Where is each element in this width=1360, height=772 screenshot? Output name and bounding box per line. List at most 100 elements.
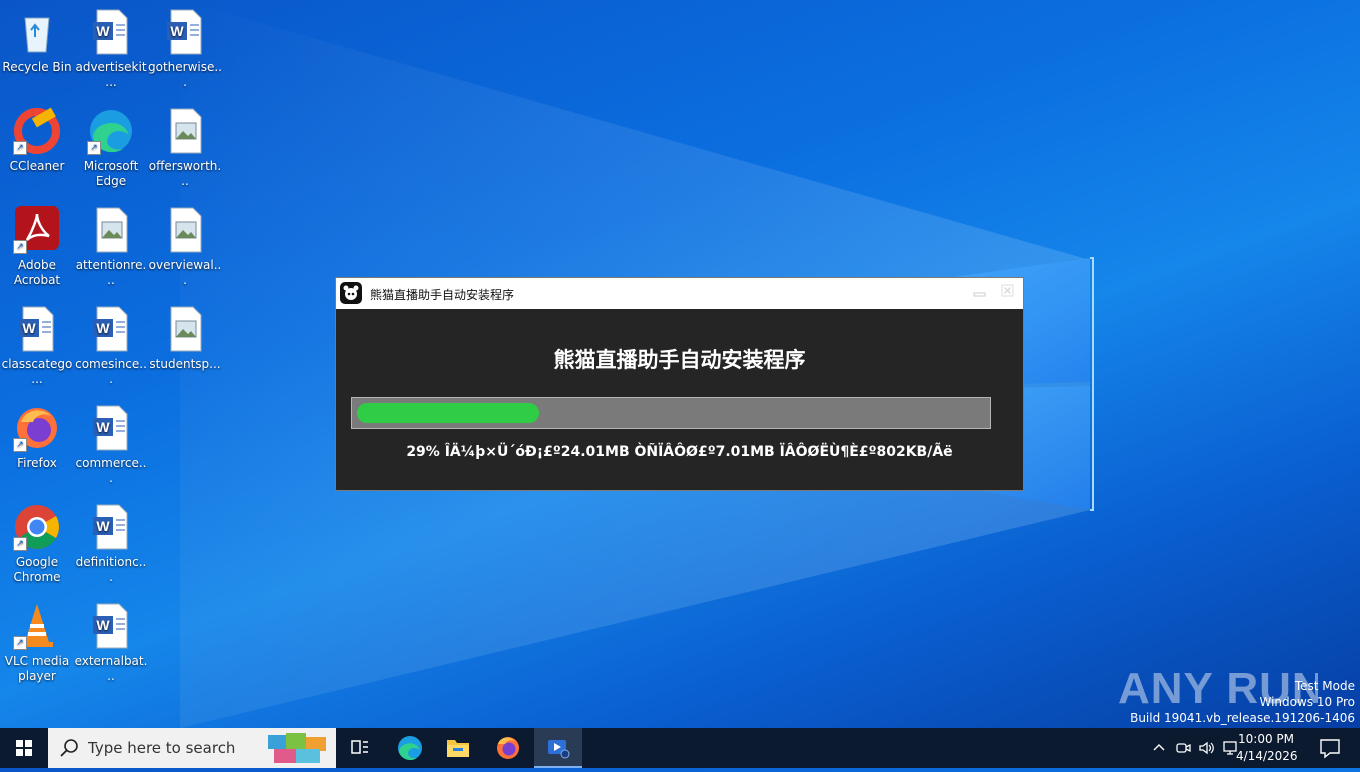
- desktop-icon-label: classcatego...: [1, 357, 73, 386]
- search-highlight-puzzle-icon: [268, 733, 326, 763]
- desktop-icon-label: Recycle Bin: [2, 60, 72, 74]
- shortcut-arrow-icon: ↗: [13, 438, 27, 452]
- svg-text:W: W: [96, 23, 110, 39]
- shortcut-arrow-icon: ↗: [13, 636, 27, 650]
- desktop-icon-label: offersworth...: [148, 159, 222, 188]
- desktop-icon-label: comesince...: [75, 357, 147, 386]
- word-document-icon: W: [87, 503, 135, 551]
- word-document-icon: W: [87, 8, 135, 56]
- download-progress-bar: [351, 397, 991, 429]
- desktop-icon-recycle-bin[interactable]: Recycle Bin: [0, 8, 74, 75]
- windows-logo-icon: [16, 740, 32, 756]
- svg-text:W: W: [170, 23, 184, 39]
- image-file-icon: [161, 305, 209, 353]
- desktop-icon-image-file[interactable]: overviewal...: [148, 206, 222, 288]
- taskbar-edge[interactable]: [386, 728, 434, 768]
- word-document-icon: W: [87, 602, 135, 650]
- word-document-icon: W: [13, 305, 61, 353]
- desktop-icon-word-doc[interactable]: W commerce...: [74, 404, 148, 486]
- volume-icon[interactable]: [1197, 738, 1217, 758]
- notification-center-button[interactable]: [1310, 728, 1350, 768]
- shortcut-arrow-icon: ↗: [13, 141, 27, 155]
- edge-icon: ↗: [87, 107, 135, 155]
- start-button[interactable]: [0, 728, 48, 768]
- word-document-icon: W: [87, 305, 135, 353]
- desktop-icon-vlc[interactable]: ↗ VLC media player: [0, 602, 74, 684]
- progress-status-text: 29% ÎÄ¼þ×Ü´óÐ¡£º24.01MB ÒÑÏÂÔØ£º7.01MB Ï…: [406, 444, 953, 460]
- desktop-icon-label: CCleaner: [9, 159, 65, 173]
- search-icon: [60, 739, 78, 757]
- desktop-icon-word-doc[interactable]: W comesince...: [74, 305, 148, 387]
- windows-edition-label: Windows 10 Pro: [1259, 695, 1355, 709]
- svg-text:W: W: [96, 320, 110, 336]
- adobe-acrobat-icon: ↗: [13, 206, 61, 254]
- desktop-icon-image-file[interactable]: attentionre...: [74, 206, 148, 288]
- desktop-icon-microsoft-edge[interactable]: ↗ Microsoft Edge: [74, 107, 148, 189]
- clock-date: 4/14/2026: [1236, 749, 1298, 763]
- desktop-icon-label: externalbat...: [74, 654, 148, 683]
- desktop-icon-label: VLC media player: [4, 654, 70, 683]
- taskbar: Type here to search 10:00 PM 4/14/2026: [0, 728, 1360, 768]
- vlc-cone-icon: ↗: [13, 602, 61, 650]
- build-label: Build 19041.vb_release.191206-1406: [1130, 711, 1355, 725]
- chrome-icon: ↗: [13, 503, 61, 551]
- panda-app-logo-icon: [340, 282, 362, 304]
- image-file-icon: [87, 206, 135, 254]
- recycle-bin-icon: [13, 8, 61, 56]
- desktop-icon-label: Microsoft Edge: [83, 159, 139, 188]
- firefox-icon: [497, 737, 519, 759]
- image-file-icon: [161, 107, 209, 155]
- system-info: Test Mode Windows 10 Pro Build 19041.vb_…: [1130, 678, 1355, 726]
- dialog-titlebar[interactable]: 熊猫直播助手自动安装程序: [336, 278, 1023, 309]
- svg-text:W: W: [96, 419, 110, 435]
- word-document-icon: W: [87, 404, 135, 452]
- taskbar-clock[interactable]: 10:00 PM 4/14/2026: [1236, 731, 1298, 765]
- image-file-icon: [161, 206, 209, 254]
- edge-icon: [398, 736, 422, 761]
- meet-now-icon[interactable]: [1173, 738, 1193, 758]
- desktop-icon-label: attentionre...: [75, 258, 147, 287]
- search-placeholder: Type here to search: [88, 739, 236, 757]
- close-icon[interactable]: [1001, 284, 1015, 298]
- task-view-icon: [351, 740, 368, 754]
- desktop-icon-image-file[interactable]: offersworth...: [148, 107, 222, 189]
- desktop-icon-label: definitionc...: [75, 555, 147, 584]
- desktop-icon-label: Adobe Acrobat: [13, 258, 61, 287]
- desktop-icon-word-doc[interactable]: W classcatego...: [0, 305, 74, 387]
- notification-icon: [1320, 739, 1340, 759]
- progress-fill: [357, 403, 539, 423]
- desktop-icon-label: commerce...: [75, 456, 147, 485]
- desktop-icon-label: Google Chrome: [13, 555, 61, 584]
- desktop-icon-image-file[interactable]: studentsp...: [148, 305, 222, 372]
- desktop-icon-adobe-acrobat[interactable]: ↗ Adobe Acrobat: [0, 206, 74, 288]
- installer-app-icon: [548, 740, 570, 759]
- taskbar-file-explorer[interactable]: [434, 728, 482, 768]
- test-mode-label: Test Mode: [1294, 679, 1355, 693]
- clock-time: 10:00 PM: [1238, 732, 1294, 746]
- dialog-title: 熊猫直播助手自动安装程序: [370, 288, 515, 302]
- installer-dialog: 熊猫直播助手自动安装程序 熊猫直播助手自动安装程序 29% ÎÄ¼þ×Ü´óÐ¡…: [335, 277, 1024, 491]
- taskbar-installer-app[interactable]: [534, 728, 582, 768]
- desktop-icon-word-doc[interactable]: W gotherwise...: [148, 8, 222, 90]
- task-view-button[interactable]: [336, 728, 384, 768]
- shortcut-arrow-icon: ↗: [13, 240, 27, 254]
- desktop-icon-label: advertisekit...: [75, 60, 147, 89]
- svg-text:W: W: [22, 320, 36, 336]
- show-hidden-icons-chevron-icon[interactable]: [1149, 738, 1169, 758]
- minimize-icon[interactable]: [973, 286, 987, 300]
- svg-text:W: W: [96, 617, 110, 633]
- desktop-icon-google-chrome[interactable]: ↗ Google Chrome: [0, 503, 74, 585]
- desktop-icon-word-doc[interactable]: W definitionc...: [74, 503, 148, 585]
- ccleaner-icon: ↗: [13, 107, 61, 155]
- word-document-icon: W: [161, 8, 209, 56]
- desktop-icon-word-doc[interactable]: W externalbat...: [74, 602, 148, 684]
- svg-text:W: W: [96, 518, 110, 534]
- taskbar-search-box[interactable]: Type here to search: [48, 728, 336, 768]
- desktop-icon-ccleaner[interactable]: ↗ CCleaner: [0, 107, 74, 174]
- desktop-icon-firefox[interactable]: ↗ Firefox: [0, 404, 74, 471]
- firefox-icon: ↗: [13, 404, 61, 452]
- taskbar-firefox[interactable]: [484, 728, 532, 768]
- shortcut-arrow-icon: ↗: [13, 537, 27, 551]
- desktop-icon-word-doc[interactable]: W advertisekit...: [74, 8, 148, 90]
- desktop-icon-label: studentsp...: [149, 357, 221, 371]
